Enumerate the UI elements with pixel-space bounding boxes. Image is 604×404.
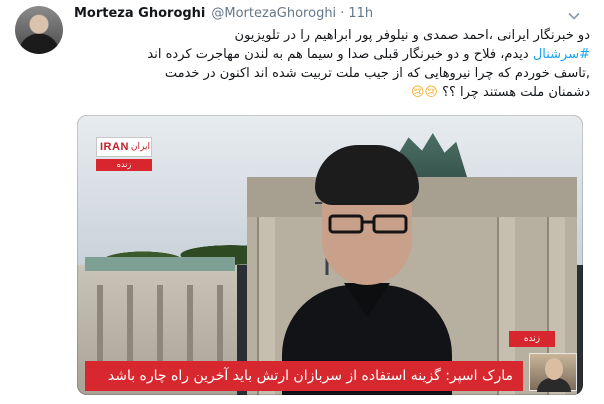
tweet-text-line: دو خبرنگار ایرانی ،احمد صمدی و نیلوفر پو… xyxy=(234,28,590,43)
avatar[interactable] xyxy=(15,6,63,54)
tweet-text-line: دشمنان ملت هستند چرا ؟؟ 😢😢 xyxy=(80,83,590,102)
tweet-time[interactable]: 11h xyxy=(348,6,373,21)
tweet-header: Morteza Ghoroghi @MortezaGhoroghi · 11h xyxy=(74,6,373,24)
chevron-down-icon[interactable] xyxy=(567,9,581,23)
tweet-text-fragment: دشمنان ملت هستند چرا ؟؟ xyxy=(442,85,590,100)
tweet: Morteza Ghoroghi @MortezaGhoroghi · 11h … xyxy=(0,0,604,404)
tweet-text-line: ,تاسف خوردم که چرا نیروهایی که از جیب مل… xyxy=(164,66,590,81)
tweet-text: دو خبرنگار ایرانی ،احمد صمدی و نیلوفر پو… xyxy=(80,26,590,102)
separator-dot: · xyxy=(340,6,345,21)
crying-face-emoji: 😢😢 xyxy=(410,85,438,100)
tweet-text-fragment: دیدم، فلاح و دو خبرنگار قبلی صدا و سیما … xyxy=(147,47,533,62)
hashtag-link[interactable]: #سرشنال xyxy=(533,47,590,62)
author-handle[interactable]: @MortezaGhoroghi xyxy=(211,6,336,21)
media-border xyxy=(77,115,583,395)
tweet-text-line: #سرشنال دیدم، فلاح و دو خبرنگار قبلی صدا… xyxy=(80,45,590,64)
tweet-media-image[interactable]: IRAN ایران زنده زنده مارک اسپر: گزینه اس… xyxy=(77,115,583,395)
author-name[interactable]: Morteza Ghoroghi xyxy=(74,6,205,21)
